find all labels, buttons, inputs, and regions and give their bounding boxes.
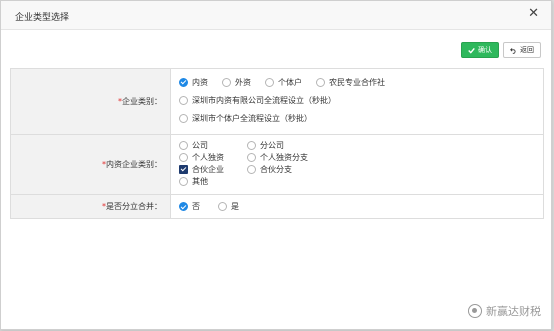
company-category-options: 内资 外资 个体户 农民专业合作社 深圳市内资有限公司全流程设立（秒批） 深圳市… bbox=[171, 69, 543, 134]
radio-option-yes[interactable]: 是 bbox=[218, 200, 239, 213]
confirm-button-label: 确认 bbox=[478, 46, 492, 54]
radio-icon[interactable] bbox=[247, 140, 256, 150]
radio-icon[interactable] bbox=[247, 152, 256, 162]
company-category-label: * 企业类别： bbox=[11, 69, 171, 134]
radio-icon[interactable] bbox=[179, 176, 188, 186]
radio-option-domestic[interactable]: 内资 bbox=[179, 76, 208, 89]
radio-checked-icon[interactable] bbox=[179, 77, 188, 87]
check-icon bbox=[468, 47, 475, 54]
domestic-category-row: * 内资企业类别： 公司 分公司 个人独资 个人独资分支 合伙企业 合伙分支 其他 bbox=[11, 134, 543, 194]
dialog-titlebar: 企业类型选择 ✕ bbox=[1, 1, 551, 30]
watermark-logo-icon bbox=[468, 304, 482, 318]
radio-icon[interactable] bbox=[179, 113, 188, 123]
radio-icon[interactable] bbox=[179, 140, 188, 150]
radio-icon[interactable] bbox=[222, 77, 231, 87]
company-category-row: * 企业类别： 内资 外资 个体户 农民专业合作社 深圳市内资有限公司全流程设立（… bbox=[11, 69, 543, 134]
dialog-title: 企业类型选择 bbox=[15, 13, 70, 23]
radio-option-foreign[interactable]: 外资 bbox=[222, 76, 251, 89]
radio-option-coop[interactable]: 农民专业合作社 bbox=[316, 76, 385, 89]
split-merge-options: 否 是 bbox=[171, 195, 543, 218]
radio-option-sz-domestic-ltd[interactable]: 深圳市内资有限公司全流程设立（秒批） bbox=[179, 94, 336, 107]
radio-option-sz-individual[interactable]: 深圳市个体户全流程设立（秒批） bbox=[179, 112, 312, 125]
dialog-toolbar: 确认 返回 bbox=[461, 42, 541, 58]
undo-icon bbox=[510, 47, 516, 54]
radio-icon[interactable] bbox=[316, 77, 325, 87]
domestic-category-options: 公司 分公司 个人独资 个人独资分支 合伙企业 合伙分支 其他 bbox=[171, 135, 543, 194]
radio-icon[interactable] bbox=[179, 95, 188, 105]
radio-icon[interactable] bbox=[265, 77, 274, 87]
radio-icon[interactable] bbox=[179, 152, 188, 162]
radio-checked-icon[interactable] bbox=[179, 202, 188, 211]
domestic-category-label: * 内资企业类别： bbox=[11, 135, 171, 194]
checkbox-option-partnership[interactable]: 合伙企业 bbox=[179, 163, 247, 175]
radio-option-branch[interactable]: 分公司 bbox=[247, 139, 347, 151]
split-merge-label: * 是否分立合并： bbox=[11, 195, 171, 218]
checkbox-checked-icon[interactable] bbox=[179, 164, 188, 174]
watermark: 新赢达财税 bbox=[468, 303, 541, 319]
company-type-form: * 企业类别： 内资 外资 个体户 农民专业合作社 深圳市内资有限公司全流程设立（… bbox=[10, 68, 544, 219]
radio-option-individual[interactable]: 个体户 bbox=[265, 76, 302, 89]
back-button[interactable]: 返回 bbox=[503, 42, 541, 58]
watermark-text: 新赢达财税 bbox=[486, 305, 541, 318]
radio-icon[interactable] bbox=[247, 164, 256, 174]
radio-option-company[interactable]: 公司 bbox=[179, 139, 247, 151]
radio-icon[interactable] bbox=[218, 202, 227, 211]
radio-option-partnership-branch[interactable]: 合伙分支 bbox=[247, 163, 347, 175]
close-icon[interactable]: ✕ bbox=[528, 7, 539, 21]
radio-option-sole-proprietor-branch[interactable]: 个人独资分支 bbox=[247, 151, 347, 163]
split-merge-row: * 是否分立合并： 否 是 bbox=[11, 194, 543, 218]
radio-option-no[interactable]: 否 bbox=[179, 200, 200, 213]
confirm-button[interactable]: 确认 bbox=[461, 42, 499, 58]
radio-option-sole-proprietor[interactable]: 个人独资 bbox=[179, 151, 247, 163]
company-type-dialog: 企业类型选择 ✕ 确认 返回 *企业类别： 内资 外资 个体户 农民专业合作社 bbox=[0, 0, 552, 330]
radio-option-other[interactable]: 其他 bbox=[179, 175, 247, 187]
back-button-label: 返回 bbox=[520, 46, 534, 54]
